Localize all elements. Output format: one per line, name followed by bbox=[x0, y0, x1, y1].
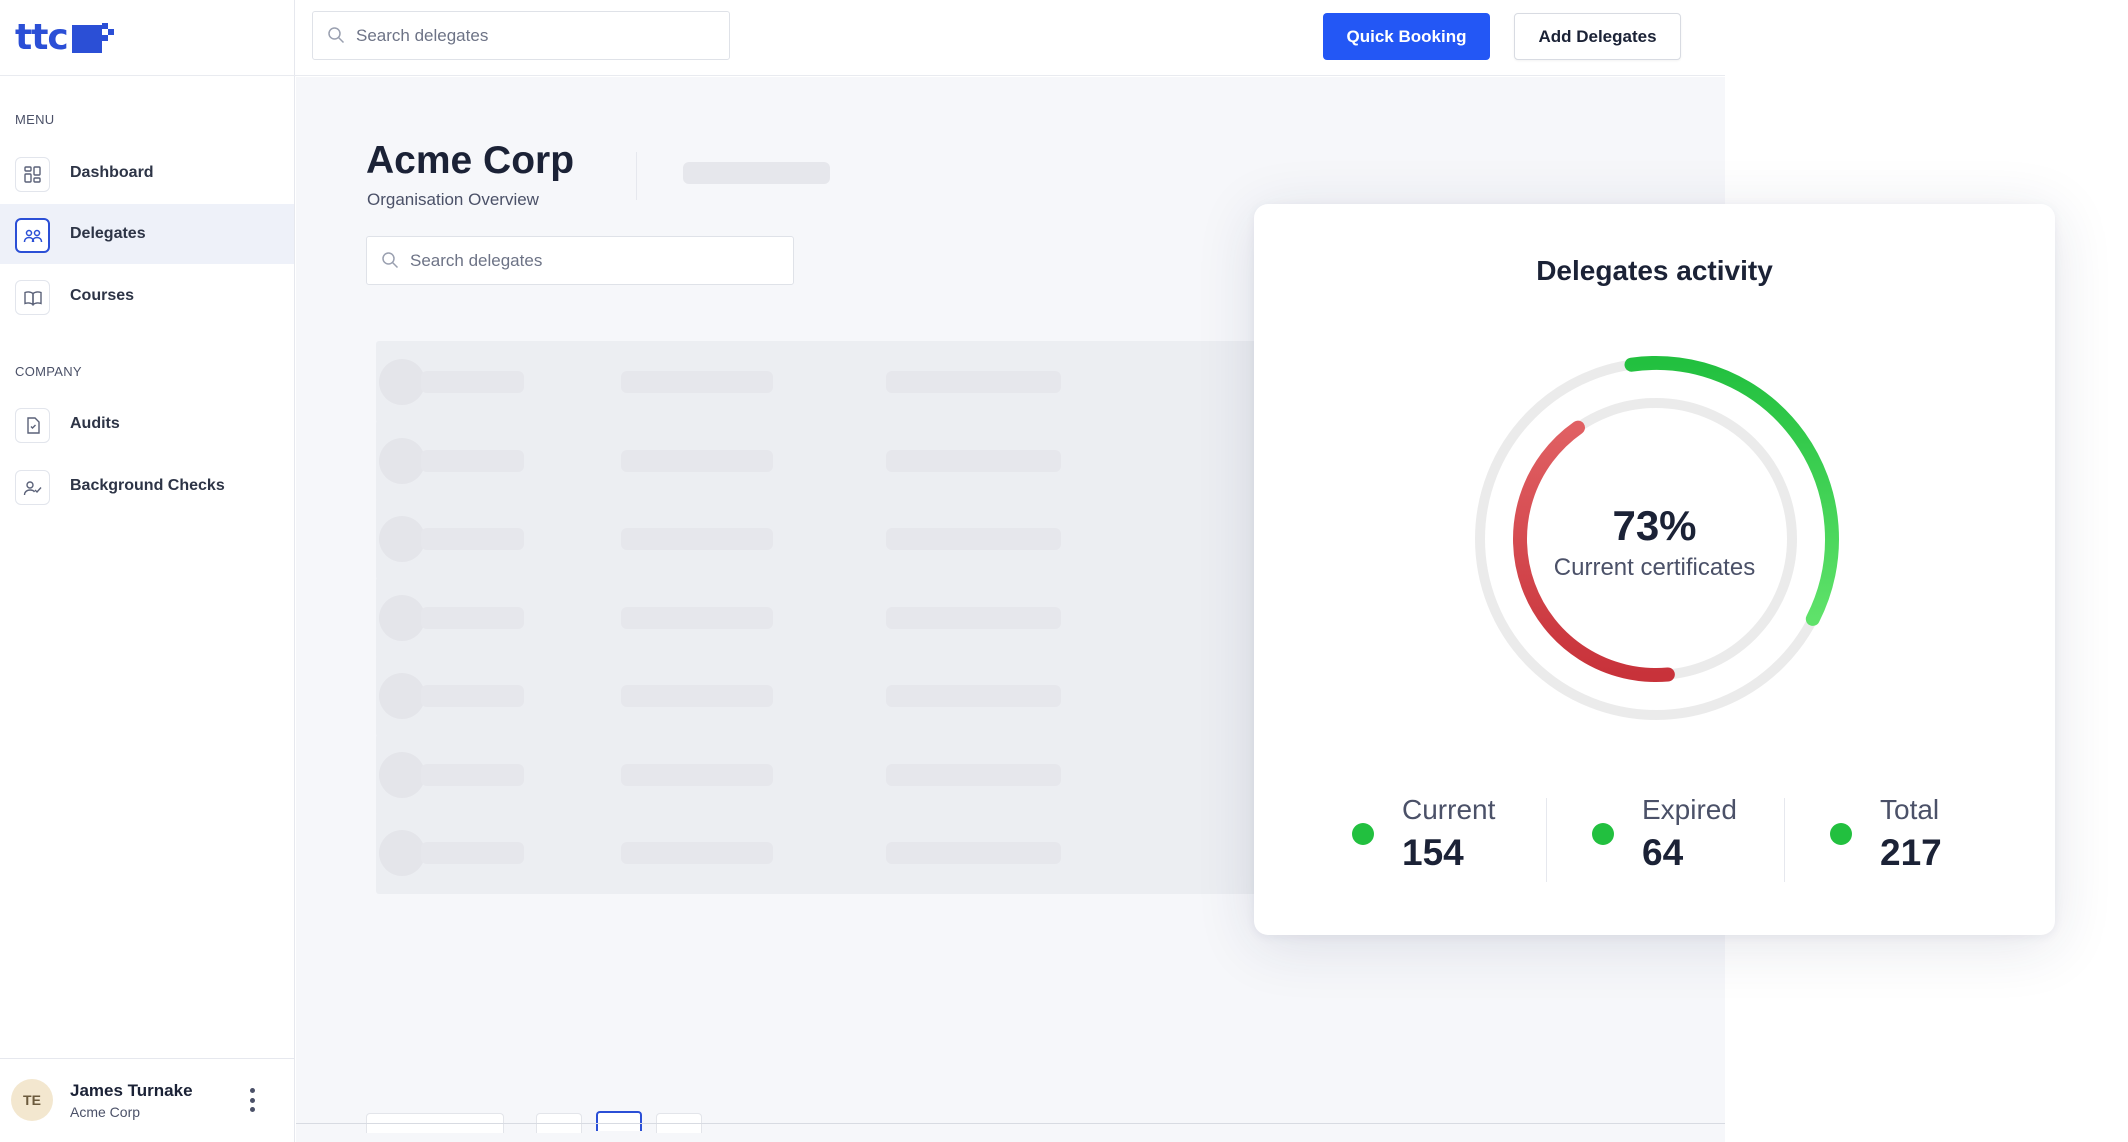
gauge-expired-arc bbox=[1513, 420, 1675, 682]
gauge-percent: 73% bbox=[1612, 502, 1697, 549]
search-icon bbox=[327, 26, 347, 46]
skeleton-cell bbox=[621, 764, 773, 786]
search-icon bbox=[381, 251, 401, 271]
page-title: Acme Corp bbox=[366, 139, 575, 182]
delegates-search-input[interactable]: Search delegates bbox=[366, 236, 794, 285]
skeleton-cell bbox=[886, 842, 1061, 864]
skeleton-cell bbox=[621, 528, 773, 550]
sidebar-item-label: Delegates bbox=[70, 225, 146, 242]
skeleton-placeholder bbox=[683, 162, 830, 184]
ttc-logo[interactable]: ttc bbox=[15, 17, 114, 58]
skeleton-cell bbox=[621, 450, 773, 472]
status-dot bbox=[1352, 823, 1374, 845]
dashboard-grid-icon bbox=[15, 157, 50, 192]
stat-label: Total bbox=[1880, 794, 1940, 825]
sidebar-item-label: Background Checks bbox=[70, 477, 225, 494]
skeleton-cell bbox=[421, 450, 524, 472]
status-dot bbox=[1592, 823, 1614, 845]
title-divider bbox=[636, 152, 637, 200]
stat-value: 217 bbox=[1880, 832, 1942, 873]
skeleton-avatar bbox=[379, 752, 425, 798]
user-name: James Turnake bbox=[70, 1081, 193, 1100]
stat-total: Total 217 bbox=[1830, 794, 2070, 884]
skeleton-cell bbox=[886, 685, 1061, 707]
logo-mark-icon bbox=[71, 19, 114, 53]
skeleton-avatar bbox=[379, 830, 425, 876]
skeleton-cell bbox=[421, 607, 524, 629]
book-icon bbox=[15, 280, 50, 315]
sidebar-item-courses[interactable]: Courses bbox=[0, 266, 294, 326]
search-input[interactable]: Search delegates bbox=[312, 11, 730, 60]
menu-section-label: MENU bbox=[15, 112, 55, 127]
add-delegates-button[interactable]: Add Delegates bbox=[1514, 13, 1681, 60]
skeleton-avatar bbox=[379, 359, 425, 405]
skeleton-cell bbox=[621, 607, 773, 629]
search-placeholder: Search delegates bbox=[410, 251, 543, 270]
sidebar: ttc MENU Dashboard Delegates Courses COM… bbox=[0, 0, 295, 1142]
skeleton-avatar bbox=[379, 516, 425, 562]
people-icon bbox=[15, 218, 50, 253]
stat-divider bbox=[1546, 798, 1547, 882]
card-title: Delegates activity bbox=[1536, 255, 1773, 286]
company-section-label: COMPANY bbox=[15, 364, 82, 379]
skeleton-cell bbox=[621, 842, 773, 864]
skeleton-cell bbox=[421, 528, 524, 550]
sidebar-item-background-checks[interactable]: Background Checks bbox=[0, 456, 294, 516]
skeleton-cell bbox=[886, 450, 1061, 472]
skeleton-cell bbox=[886, 764, 1061, 786]
stat-current: Current 154 bbox=[1352, 794, 1592, 884]
bottom-divider bbox=[296, 1123, 1725, 1124]
skeleton-cell bbox=[421, 685, 524, 707]
gauge-caption: Current certificates bbox=[1553, 554, 1756, 581]
avatar[interactable]: TE bbox=[11, 1079, 53, 1121]
logo-text: ttc bbox=[15, 17, 69, 58]
skeleton-avatar bbox=[379, 438, 425, 484]
user-divider bbox=[0, 1058, 295, 1059]
skeleton-cell bbox=[621, 371, 773, 393]
pagination-active-skeleton bbox=[596, 1111, 642, 1131]
skeleton-cell bbox=[421, 764, 524, 786]
delegates-activity-card: Delegates activity 73% Current certifica… bbox=[1254, 204, 2055, 935]
user-org: Acme Corp bbox=[70, 1104, 141, 1120]
skeleton-avatar bbox=[379, 673, 425, 719]
stat-value: 64 bbox=[1642, 832, 1684, 873]
stat-label: Expired bbox=[1642, 794, 1737, 825]
skeleton-cell bbox=[621, 685, 773, 707]
quick-booking-button[interactable]: Quick Booking bbox=[1323, 13, 1490, 60]
stat-value: 154 bbox=[1402, 832, 1464, 873]
sidebar-divider bbox=[0, 75, 295, 76]
sidebar-item-label: Dashboard bbox=[70, 164, 154, 181]
sidebar-item-label: Audits bbox=[70, 415, 120, 432]
document-icon bbox=[15, 408, 50, 443]
skeleton-cell bbox=[886, 607, 1061, 629]
stat-divider bbox=[1784, 798, 1785, 882]
skeleton-avatar bbox=[379, 595, 425, 641]
skeleton-cell bbox=[421, 371, 524, 393]
skeleton-cell bbox=[886, 528, 1061, 550]
skeleton-cell bbox=[421, 842, 524, 864]
search-placeholder: Search delegates bbox=[356, 26, 489, 45]
stat-label: Current bbox=[1402, 794, 1496, 825]
status-dot bbox=[1830, 823, 1852, 845]
sidebar-item-dashboard[interactable]: Dashboard bbox=[0, 143, 294, 203]
page-subtitle: Organisation Overview bbox=[367, 190, 539, 209]
more-options-icon[interactable] bbox=[246, 1088, 258, 1112]
sidebar-item-delegates[interactable]: Delegates bbox=[0, 204, 294, 264]
sidebar-item-audits[interactable]: Audits bbox=[0, 394, 294, 454]
skeleton-cell bbox=[886, 371, 1061, 393]
sidebar-item-label: Courses bbox=[70, 287, 135, 304]
stat-expired: Expired 64 bbox=[1592, 794, 1832, 884]
user-check-icon bbox=[15, 470, 50, 505]
